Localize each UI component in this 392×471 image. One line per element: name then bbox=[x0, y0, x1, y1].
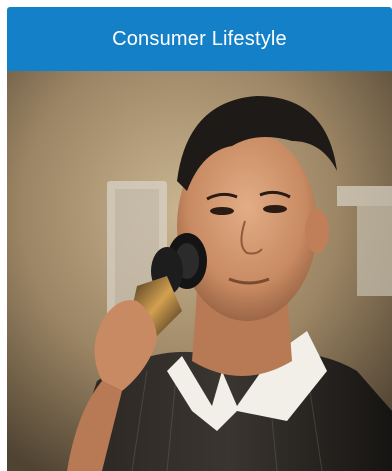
card-title[interactable]: Consumer Lifestyle bbox=[112, 28, 287, 51]
man-shaving-photo[interactable] bbox=[7, 71, 392, 471]
category-card[interactable]: Consumer Lifestyle bbox=[7, 7, 392, 471]
card-header[interactable]: Consumer Lifestyle bbox=[7, 7, 392, 71]
